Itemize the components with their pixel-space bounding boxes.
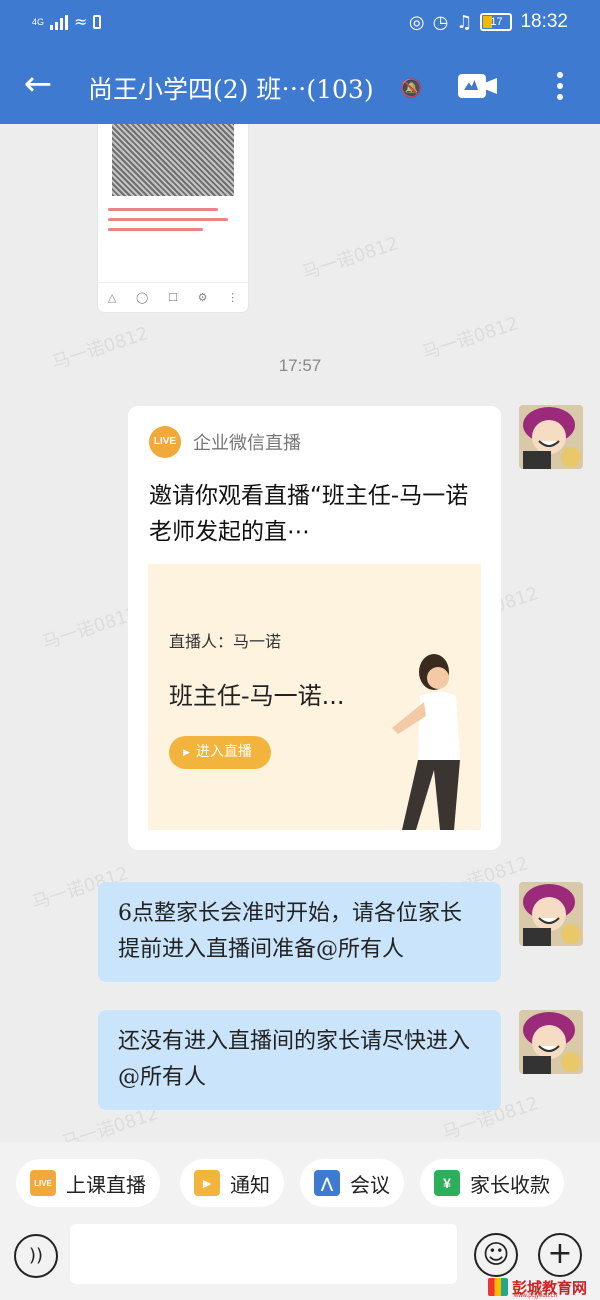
text-message[interactable]: 6点整家长会准时开始，请各位家长提前进入直播间准备@所有人 (98, 882, 501, 982)
wifi-icon: ≈ (74, 12, 88, 31)
card-banner[interactable]: 直播人：马一诺 班主任-马一诺... 进入直播 (148, 564, 481, 830)
status-right: ◎ ◷ ♫ 17 18:32 (409, 11, 568, 33)
card-invite-text: 邀请你观看直播“班主任-马一诺老师发起的直⋯ (149, 483, 469, 545)
site-watermark-logo: 彭城教育网 www.pcjyedu.cn (488, 1276, 596, 1299)
live-invite-card[interactable]: LIVE 企业微信直播 邀请你观看直播“班主任-马一诺老师发起的直⋯ 直播人：马… (128, 406, 501, 850)
chat-area[interactable]: 马一诺0812 马一诺0812 马一诺0812 马一诺0812 马一诺0812 … (0, 124, 600, 1142)
quick-action-notice[interactable]: ► 通知 (180, 1159, 284, 1207)
message-input[interactable] (70, 1224, 457, 1284)
image-toolbar: △ ◯ ☐ ⚙ ⋮ (98, 282, 248, 312)
host-line: 直播人：马一诺 (169, 632, 282, 651)
chat-header: ← 尚王小学四(2) 班⋯(103) 🔕 (0, 48, 600, 124)
meeting-icon: ⋀ (314, 1170, 340, 1196)
avatar[interactable] (519, 1010, 583, 1074)
live-icon: LIVE (30, 1170, 56, 1196)
quick-action-label: 会议 (350, 1172, 390, 1197)
quick-action-live-class[interactable]: LIVE 上课直播 (16, 1159, 160, 1207)
chat-title: 尚王小学四(2) 班⋯(103) (88, 75, 374, 104)
book-logo-icon (488, 1278, 508, 1296)
text-message[interactable]: 还没有进入直播间的家长请尽快进入@所有人 (98, 1010, 501, 1110)
battery-saver-icon (93, 14, 102, 29)
eye-icon: ◎ (408, 11, 425, 33)
back-arrow-icon[interactable]: ← (18, 64, 58, 104)
brand-url: www.pcjyedu.cn (514, 1293, 558, 1299)
signal-icon (50, 14, 69, 30)
status-left: 4G ≈ (32, 12, 102, 31)
qr-code-image (112, 124, 234, 196)
live-badge-icon: LIVE (149, 426, 181, 458)
network-type: 4G (32, 16, 45, 27)
avatar[interactable] (519, 882, 583, 946)
battery-icon: 17 (480, 13, 513, 31)
payment-icon: ¥ (434, 1170, 460, 1196)
quick-action-label: 家长收款 (470, 1172, 550, 1197)
megaphone-icon: ► (194, 1170, 220, 1196)
quick-action-payment[interactable]: ¥ 家长收款 (420, 1159, 564, 1207)
quick-action-label: 上课直播 (66, 1172, 146, 1197)
image-message[interactable]: △ ◯ ☐ ⚙ ⋮ (98, 124, 248, 312)
alarm-icon: ◷ (432, 11, 449, 33)
video-call-icon[interactable] (458, 72, 498, 100)
plus-icon[interactable]: + (538, 1233, 582, 1277)
avatar[interactable] (519, 405, 583, 469)
bell-off-icon: ♫ (456, 11, 473, 33)
more-vertical-icon[interactable] (548, 68, 572, 104)
voice-icon[interactable]: )) (14, 1234, 58, 1278)
banner-title: 班主任-马一诺... (169, 682, 345, 710)
card-source: 企业微信直播 (193, 433, 301, 454)
quick-action-label: 通知 (230, 1172, 270, 1197)
message-timestamp: 17:57 (278, 356, 322, 375)
presenter-illustration (392, 654, 460, 830)
quick-action-meeting[interactable]: ⋀ 会议 (300, 1159, 404, 1207)
quick-actions-bar: LIVE 上课直播 ► 通知 ⋀ 会议 ¥ 家长收款 (0, 1142, 600, 1224)
status-bar: 4G ≈ ◎ ◷ ♫ 17 18:32 (0, 0, 600, 48)
watermark: 马一诺0812 (299, 233, 402, 284)
status-time: 18:32 (520, 11, 568, 32)
watermark: 马一诺0812 (39, 603, 142, 654)
emoji-icon[interactable]: ☺ (474, 1233, 518, 1277)
mute-bell-icon: 🔕 (400, 78, 423, 99)
enter-live-button[interactable]: 进入直播 (169, 736, 271, 769)
battery-level: 17 (490, 16, 503, 28)
